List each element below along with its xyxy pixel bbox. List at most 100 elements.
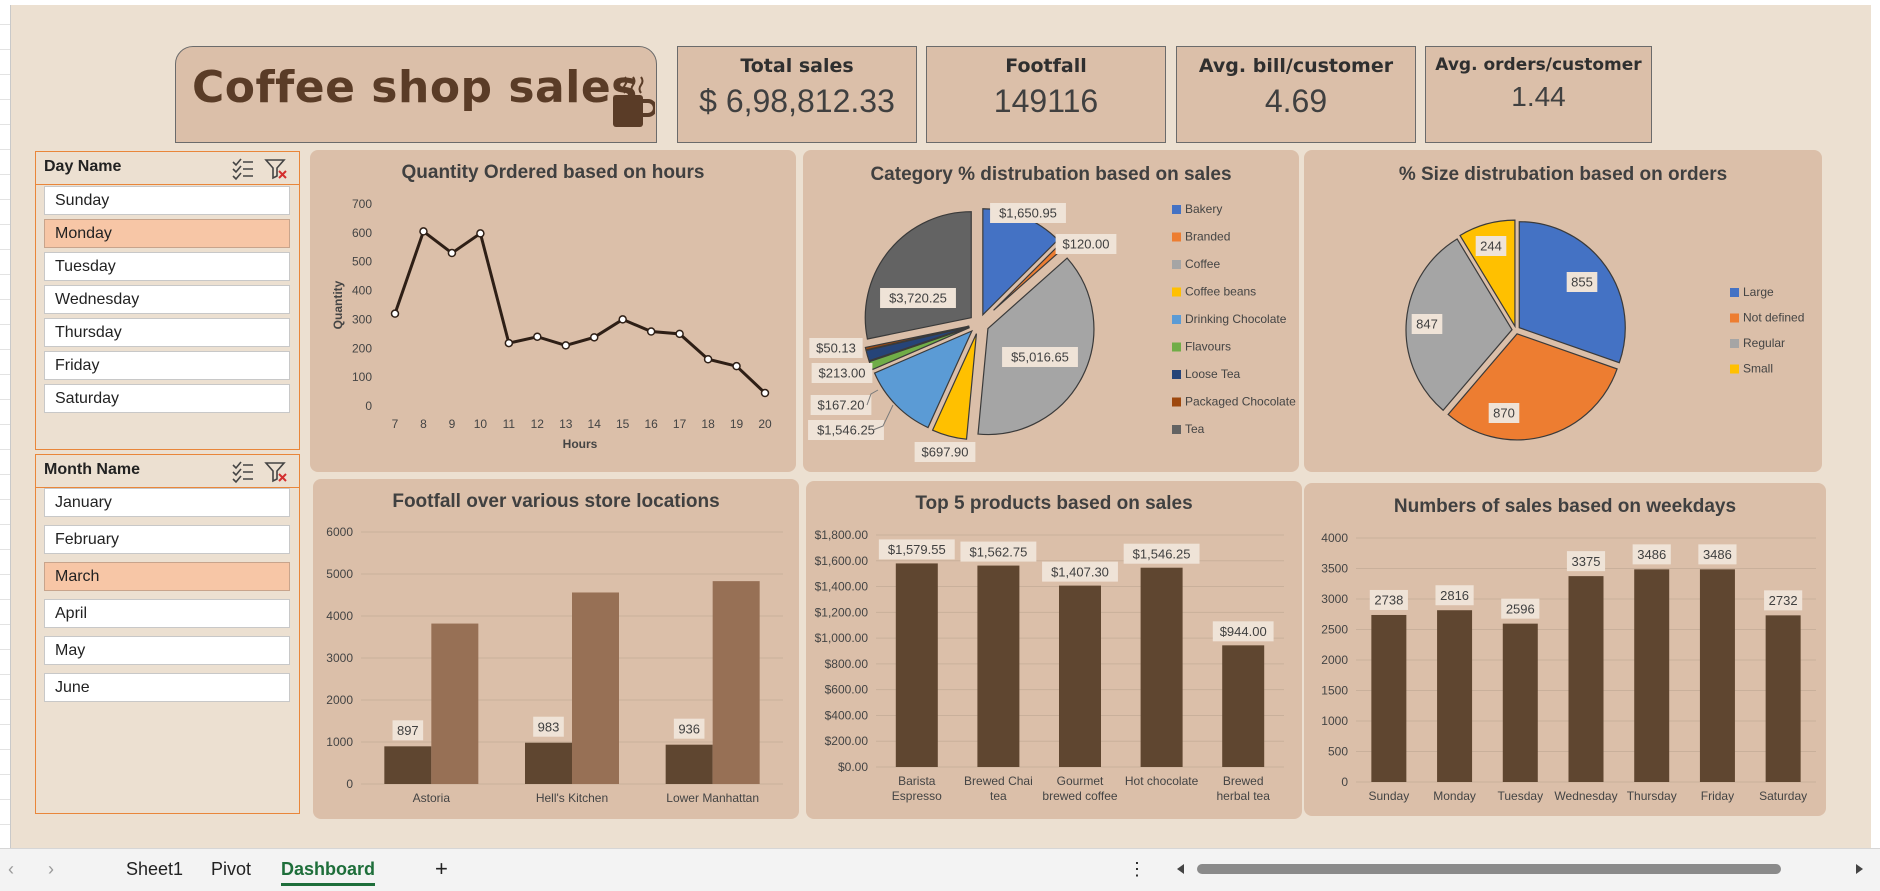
- x-tick-label: 14: [588, 417, 602, 431]
- chart-quantity-by-hours[interactable]: Quantity Ordered based on hours 0 100 200 3…: [310, 150, 796, 472]
- tab-sheet1[interactable]: Sheet1: [126, 859, 183, 880]
- x-tick-label: 10: [474, 417, 488, 431]
- slicer-item-sunday[interactable]: Sunday: [44, 186, 290, 215]
- y-tick-label: 200: [352, 341, 372, 355]
- horizontal-scrollbar[interactable]: [1175, 863, 1863, 875]
- kpi-value: 149116: [993, 83, 1099, 119]
- data-label: $1,579.55: [888, 542, 946, 557]
- data-label: $1,546.25: [1133, 546, 1191, 561]
- slicer-divider: [36, 184, 299, 185]
- chart-category-distribution[interactable]: Category % distrubation based on sales $…: [803, 150, 1299, 472]
- y-tick-label: $1,200.00: [815, 605, 869, 619]
- data-label: $213.00: [819, 366, 866, 381]
- slicer-item-wednesday[interactable]: Wednesday: [44, 285, 290, 314]
- scroll-right-icon[interactable]: [1853, 863, 1865, 875]
- slicer-item-june[interactable]: June: [44, 673, 290, 702]
- y-tick-label: 1500: [1321, 684, 1348, 698]
- clear-filter-icon[interactable]: [264, 157, 288, 181]
- bar-lower-manhattan-1: [712, 581, 760, 784]
- kpi-value: 4.69: [1264, 83, 1328, 119]
- y-tick-label: 2000: [1321, 653, 1348, 667]
- chart-footfall-locations[interactable]: Footfall over various store locations 01…: [313, 479, 799, 819]
- data-point: [476, 229, 485, 238]
- x-tick-label: 16: [644, 417, 658, 431]
- slicer-item-saturday[interactable]: Saturday: [44, 384, 290, 413]
- slicer-item-friday[interactable]: Friday: [44, 351, 290, 380]
- legend-label: Flavours: [1185, 340, 1231, 354]
- y-tick-label: 4000: [1321, 531, 1348, 545]
- data-label: $50.13: [816, 341, 856, 356]
- month-name-slicer[interactable]: Month Name January February March April May J…: [35, 454, 300, 814]
- data-point: [675, 329, 684, 339]
- add-sheet-button[interactable]: +: [435, 856, 448, 882]
- bar-product-2: [1059, 585, 1101, 767]
- y-tick-label: 3500: [1321, 562, 1348, 576]
- x-tick-label: 18: [701, 417, 715, 431]
- data-label: 847: [1416, 317, 1438, 332]
- y-tick-label: 600: [352, 226, 372, 240]
- data-point: [589, 333, 599, 342]
- bar-monday: [1437, 610, 1473, 782]
- slicer-item-april[interactable]: April: [44, 599, 290, 628]
- tab-dashboard[interactable]: Dashboard: [281, 859, 376, 886]
- legend-swatch: [1172, 370, 1181, 379]
- legend-label: Branded: [1185, 230, 1230, 244]
- legend-swatch: [1172, 397, 1181, 407]
- clear-filter-icon[interactable]: [264, 460, 288, 484]
- slicer-item-monday[interactable]: Monday: [44, 219, 290, 248]
- data-point: [533, 332, 542, 341]
- bar-product-0: [895, 563, 938, 767]
- slicer-item-tuesday[interactable]: Tuesday: [44, 252, 290, 281]
- bar-lower-manhattan-0: [665, 744, 713, 784]
- y-tick-label: 300: [352, 312, 372, 326]
- x-tick-label: 8: [420, 417, 427, 431]
- y-tick-label: 100: [352, 370, 372, 384]
- x-tick-label: 19: [730, 417, 744, 431]
- x-tick-label: Brewed: [1223, 774, 1264, 788]
- legend-label: Coffee: [1185, 257, 1220, 271]
- slicer-item-january[interactable]: January: [44, 488, 290, 517]
- legend-swatch: [1730, 288, 1739, 297]
- chart-size-distribution[interactable]: % Size distrubation based on orders 855 8…: [1304, 150, 1822, 472]
- legend-swatch: [1172, 425, 1181, 434]
- x-tick-label: Thursday: [1627, 789, 1677, 803]
- tab-scroll-left-icon[interactable]: ‹: [8, 859, 14, 880]
- x-tick-label: Gourmet: [1057, 774, 1104, 788]
- x-tick-label: tea: [990, 789, 1007, 803]
- kpi-label: Avg. bill/customer: [1198, 55, 1394, 77]
- y-tick-label: 6000: [326, 525, 353, 539]
- kpi-label: Footfall: [1005, 55, 1087, 77]
- x-tick-label: Brewed Chai: [964, 774, 1033, 788]
- tab-scroll-right-icon[interactable]: ›: [48, 859, 54, 880]
- x-tick-label: Friday: [1701, 789, 1734, 803]
- slicer-item-may[interactable]: May: [44, 636, 290, 665]
- data-label: 897: [397, 723, 419, 738]
- slicer-item-march[interactable]: March: [44, 562, 290, 591]
- legend-label: Coffee beans: [1185, 285, 1256, 299]
- multi-select-icon[interactable]: [231, 460, 255, 484]
- slicer-item-thursday[interactable]: Thursday: [44, 318, 290, 347]
- scroll-left-icon[interactable]: [1175, 863, 1187, 875]
- bar-tuesday: [1502, 623, 1538, 782]
- data-label: $1,407.30: [1051, 564, 1109, 579]
- day-name-slicer[interactable]: Day Name Sunday Monday Tuesday Wednesday Thu…: [35, 151, 300, 450]
- chart-top-products[interactable]: Top 5 products based on sales $0.00 $200.…: [806, 481, 1302, 819]
- x-tick-label: Espresso: [892, 789, 942, 803]
- legend-label: Tea: [1185, 422, 1205, 436]
- y-tick-label: $1,400.00: [815, 580, 869, 594]
- x-tick-label: Saturday: [1759, 789, 1807, 803]
- coffee-cup-icon: [613, 76, 655, 127]
- y-tick-label: 3000: [1321, 592, 1348, 606]
- legend-label: Bakery: [1185, 202, 1222, 216]
- scrollbar-thumb[interactable]: [1197, 864, 1781, 874]
- tab-pivot[interactable]: Pivot: [211, 859, 251, 880]
- y-tick-label: 1000: [326, 735, 353, 749]
- chart-weekday-sales[interactable]: Numbers of sales based on weekdays 0 500 1…: [1304, 483, 1826, 816]
- slicer-item-february[interactable]: February: [44, 525, 290, 554]
- x-tick-label: herbal tea: [1217, 789, 1271, 803]
- bar-product-1: [977, 565, 1020, 767]
- y-tick-label: $0.00: [838, 760, 868, 774]
- y-tick-label: 500: [352, 255, 372, 269]
- multi-select-icon[interactable]: [231, 157, 255, 181]
- more-options-icon[interactable]: ⋮: [1128, 859, 1146, 880]
